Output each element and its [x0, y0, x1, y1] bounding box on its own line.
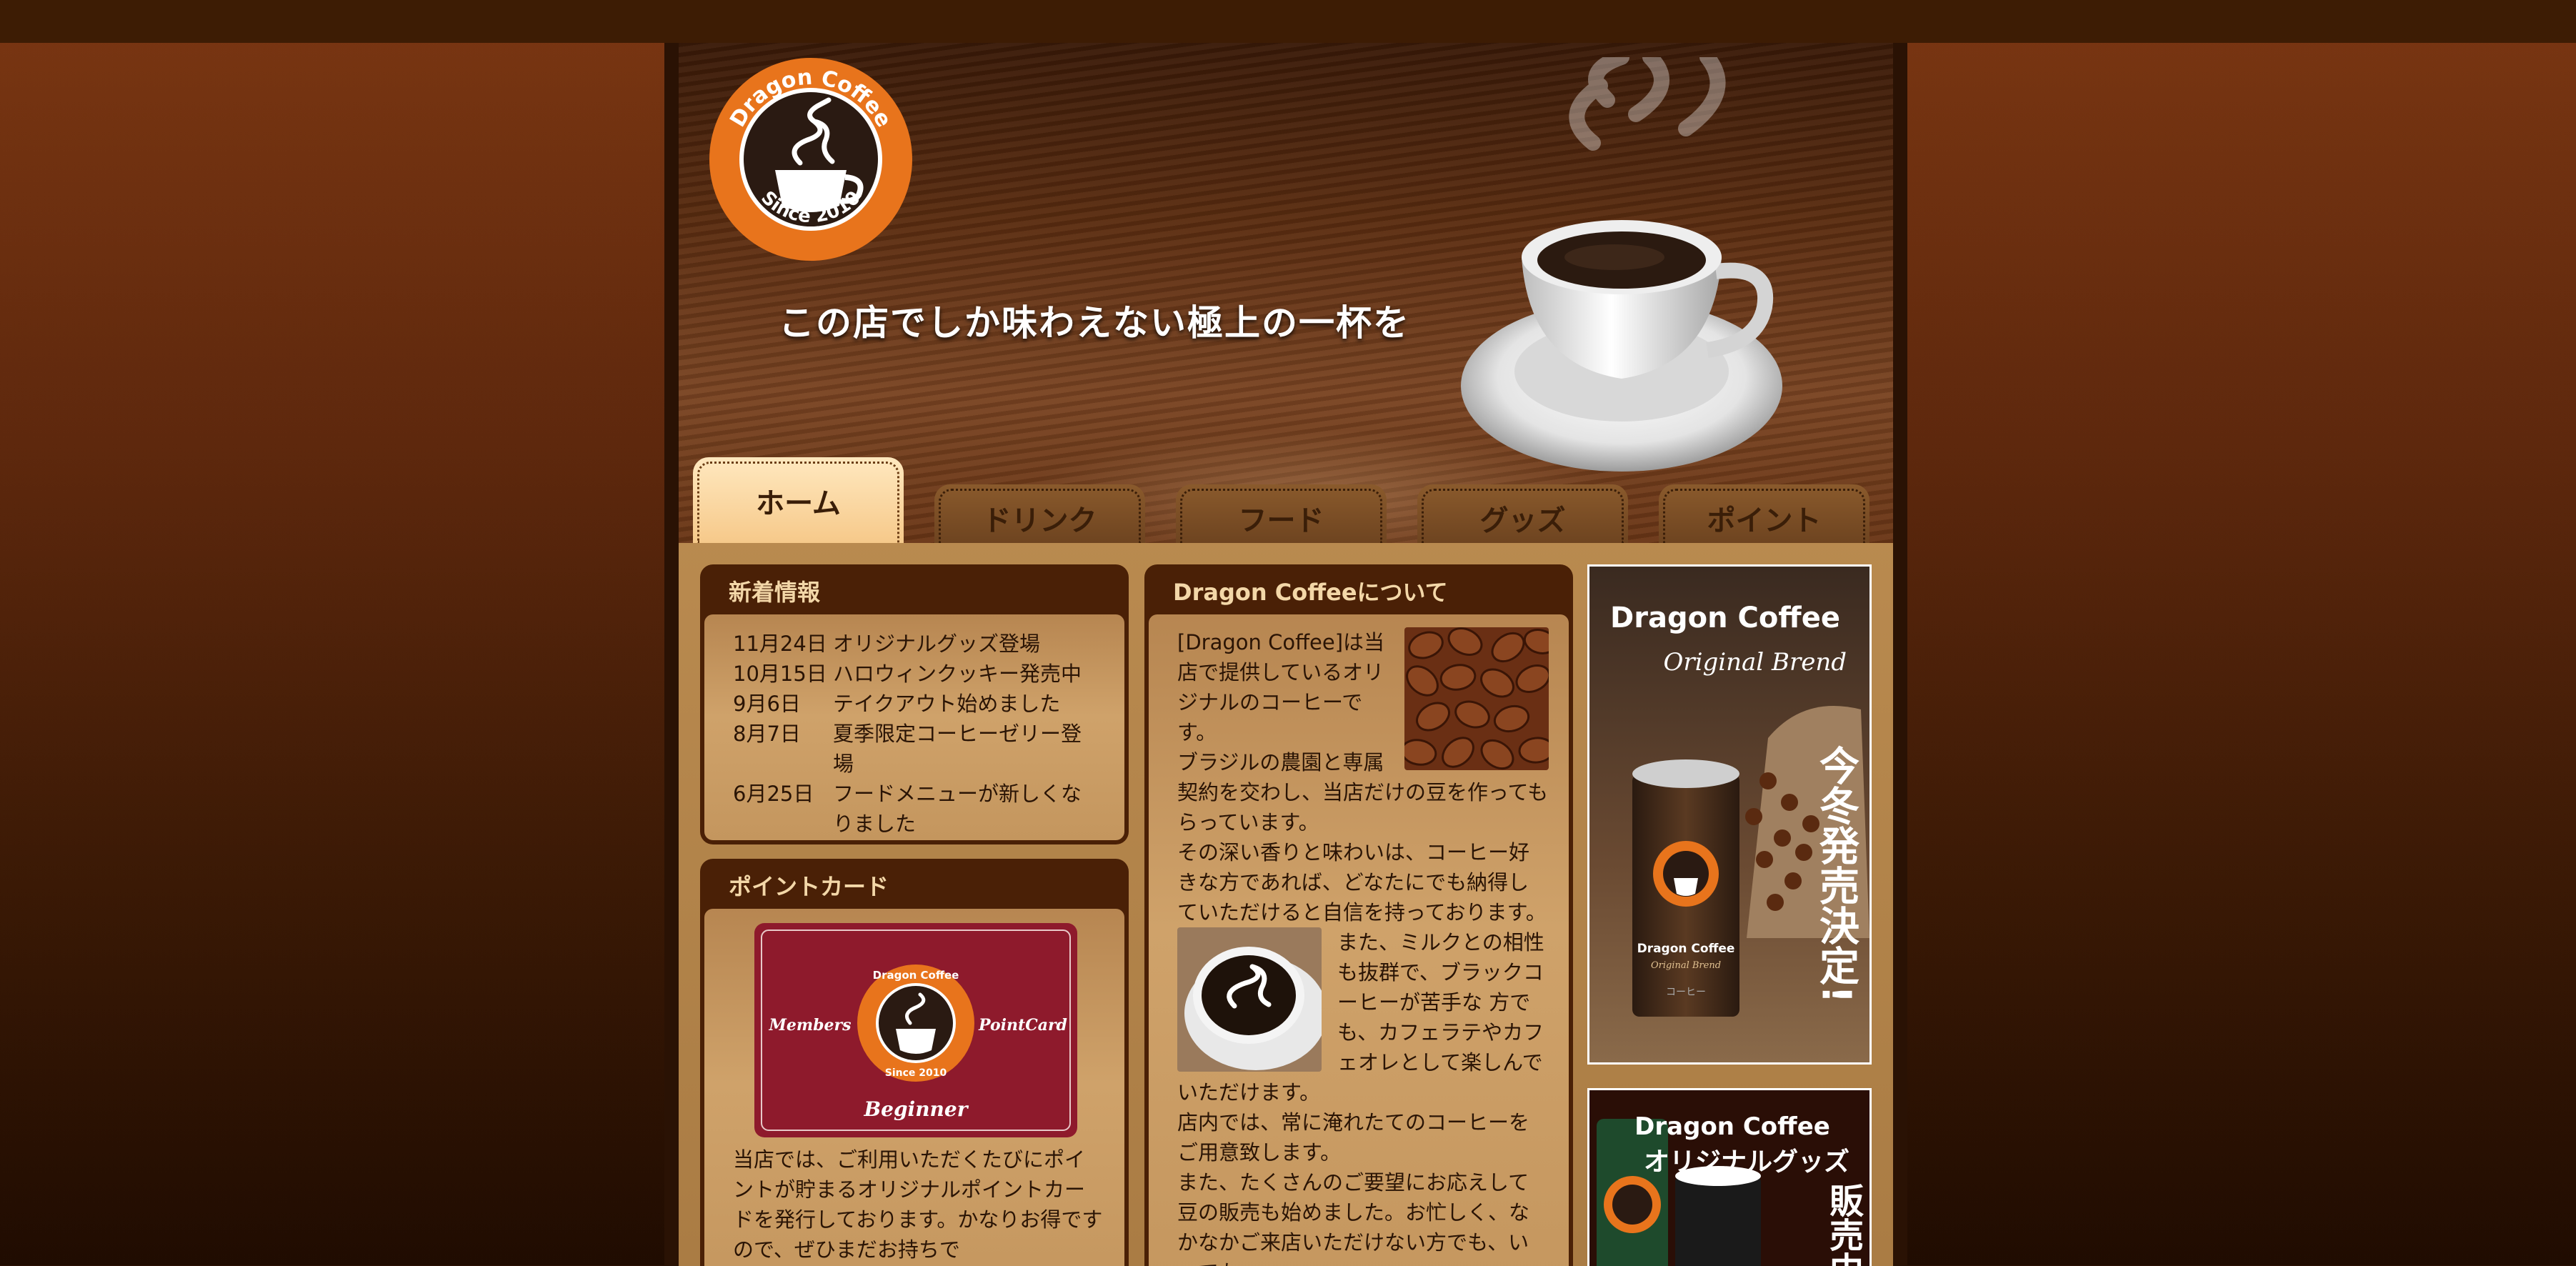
- goods-banner-image: Dragon Coffee オリジナルグッズ 販売中: [1589, 1090, 1869, 1266]
- news-title: 新着情報: [729, 579, 821, 606]
- about-panel: Dragon Coffeeについて [Dragon Coffee]は当店で提供し…: [1144, 564, 1573, 1266]
- page-content: Dragon Coffee Since 2010 この店でしか味わえない極上の一…: [679, 43, 1893, 1266]
- card-level: Beginner: [864, 1097, 969, 1121]
- tab-drink[interactable]: ドリンク: [934, 484, 1145, 543]
- can-sub: Original Brend: [1651, 960, 1721, 971]
- pointcard-title: ポイントカード: [729, 873, 889, 900]
- news-item[interactable]: 9月6日 テイクアウト始めました: [733, 689, 1090, 719]
- point-card-image[interactable]: Dragon Coffee Since 2010 Members PointCa…: [754, 923, 1077, 1137]
- news-text: テイクアウト始めました: [833, 692, 1061, 716]
- banner-can-title: Dragon Coffee: [1610, 602, 1840, 634]
- tab-point-label: ポイント: [1663, 489, 1865, 543]
- dragon-coffee-logo[interactable]: Dragon Coffee Since 2010: [707, 56, 914, 263]
- news-list: 11月24日 オリジナルグッズ登場 10月15日 ハロウィンクッキー発売中 9月…: [733, 629, 1090, 839]
- news-panel: 新着情報 11月24日 オリジナルグッズ登場 10月15日 ハロウィンクッキー発…: [700, 564, 1129, 844]
- coffee-cup-image: [1461, 57, 1782, 472]
- news-text: 夏季限定コーヒーゼリー登場: [833, 722, 1082, 776]
- about-paragraph-6: また、たくさんのご要望にお応えして豆の販売も始めました。お忙しく、なかなかご来店…: [1177, 1170, 1530, 1266]
- can-coffee-banner[interactable]: Dragon Coffee Original Brend コーヒー Dragon…: [1587, 564, 1872, 1065]
- coffee-beans-image: [1404, 627, 1549, 770]
- pointcard-description: 当店では、ご利用いただくたびにポイントが貯まるオリジナルポイントカードを発行して…: [733, 1147, 1103, 1262]
- banner-goods-vertical: 販売中: [1823, 1183, 1864, 1266]
- can-jp: コーヒー: [1666, 987, 1706, 998]
- latte-cup-image: [1177, 927, 1322, 1072]
- tab-food[interactable]: フード: [1176, 484, 1387, 543]
- tagline: この店でしか味わえない極上の一杯を: [779, 301, 1410, 344]
- tab-drink-label: ドリンク: [939, 489, 1141, 543]
- can-coffee-banner-image: Dragon Coffee Original Brend コーヒー Dragon…: [1589, 567, 1869, 1062]
- banner-goods-title: Dragon Coffee: [1634, 1112, 1830, 1141]
- tab-home[interactable]: ホーム: [693, 457, 904, 543]
- card-pointcard: PointCard: [978, 1016, 1067, 1035]
- news-text: オリジナルグッズ登場: [833, 632, 1041, 656]
- card-members: Members: [769, 1016, 852, 1035]
- news-item[interactable]: 11月24日 オリジナルグッズ登場: [733, 629, 1090, 659]
- banner-goods-subtitle: オリジナルグッズ: [1644, 1147, 1849, 1177]
- tab-point[interactable]: ポイント: [1659, 484, 1869, 543]
- banner-can-vertical: 今冬発売決定!: [1813, 745, 1859, 1004]
- news-item[interactable]: 10月15日 ハロウィンクッキー発売中: [733, 659, 1090, 689]
- news-text: ハロウィンクッキー発売中: [833, 662, 1082, 686]
- page-wrapper: Dragon Coffee Since 2010 この店でしか味わえない極上の一…: [664, 43, 1907, 1266]
- banner-can-subtitle: Original Brend: [1663, 648, 1847, 677]
- about-body: [Dragon Coffee]は当店で提供しているオリジナルのコーヒーです。 ブ…: [1149, 614, 1569, 1266]
- about-text: [Dragon Coffee]は当店で提供しているオリジナルのコーヒーです。 ブ…: [1177, 627, 1549, 1266]
- card-logo-top: Dragon Coffee: [873, 969, 959, 982]
- news-item[interactable]: 8月7日 夏季限定コーヒーゼリー登場: [733, 719, 1090, 779]
- news-date: 8月7日: [733, 722, 801, 746]
- site-header: Dragon Coffee Since 2010 この店でしか味わえない極上の一…: [679, 43, 1893, 543]
- tab-goods[interactable]: グッズ: [1417, 484, 1628, 543]
- pointcard-body: Dragon Coffee Since 2010 Members PointCa…: [704, 909, 1124, 1266]
- tab-goods-label: グッズ: [1422, 489, 1624, 543]
- tab-home-label: ホーム: [697, 462, 899, 543]
- news-date: 11月24日: [733, 632, 827, 656]
- news-date: 9月6日: [733, 692, 801, 716]
- about-title: Dragon Coffeeについて: [1173, 579, 1448, 606]
- about-paragraph-1: [Dragon Coffee]は当店で提供しているオリジナルのコーヒーです。: [1177, 630, 1385, 744]
- about-paragraph-3: その深い香りと味わいは、コーヒー好きな方であれば、どなたにでも納得していただける…: [1177, 840, 1547, 924]
- about-paragraph-5: 店内では、常に淹れたてのコーヒーをご用意致します。: [1177, 1110, 1530, 1165]
- news-body: 11月24日 オリジナルグッズ登場 10月15日 ハロウィンクッキー発売中 9月…: [704, 614, 1124, 840]
- pointcard-panel: ポイントカード Dragon Coffee Since 2010 Members…: [700, 859, 1129, 1266]
- top-bar: [0, 0, 2576, 43]
- news-date: 6月25日: [733, 782, 814, 806]
- news-date: 10月15日: [733, 662, 827, 686]
- news-item[interactable]: 6月25日 フードメニューが新しくなりました: [733, 779, 1090, 839]
- tab-food-label: フード: [1180, 489, 1382, 543]
- card-logo-bottom: Since 2010: [885, 1067, 947, 1079]
- can-label: Dragon Coffee: [1637, 942, 1735, 956]
- news-text: フードメニューが新しくなりました: [833, 782, 1082, 836]
- main-navigation: ホーム ドリンク フード グッズ ポイント: [693, 457, 1893, 543]
- goods-banner[interactable]: Dragon Coffee オリジナルグッズ 販売中: [1587, 1088, 1872, 1266]
